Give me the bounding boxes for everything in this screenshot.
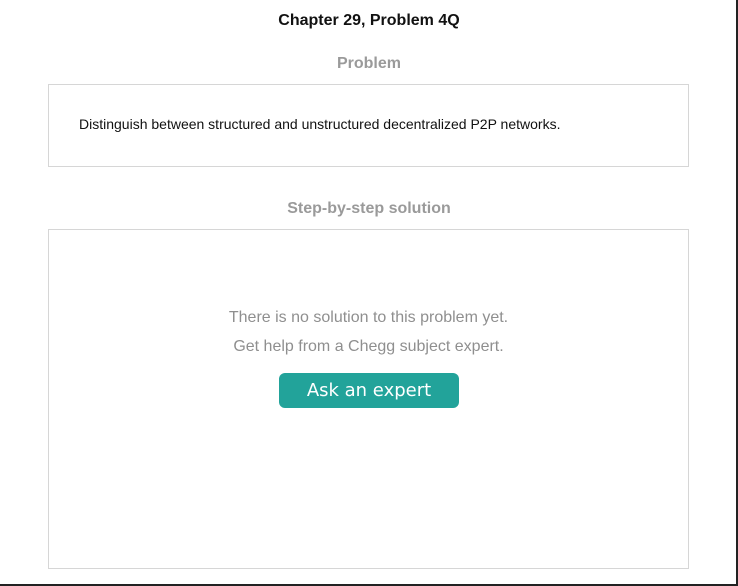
get-help-message: Get help from a Chegg subject expert. [233, 338, 504, 355]
no-solution-message: There is no solution to this problem yet… [228, 309, 509, 326]
problem-heading: Problem [336, 55, 401, 72]
solution-box: There is no solution to this problem yet… [48, 229, 689, 569]
solution-heading: Step-by-step solution [287, 200, 451, 217]
page-title: Chapter 29, Problem 4Q [278, 12, 460, 29]
ask-an-expert-button[interactable]: Ask an expert [279, 373, 459, 408]
problem-text: Distinguish between structured and unstr… [79, 116, 561, 132]
page-frame: Chapter 29, Problem 4Q Problem Distingui… [0, 0, 738, 586]
problem-box: Distinguish between structured and unstr… [48, 84, 689, 167]
